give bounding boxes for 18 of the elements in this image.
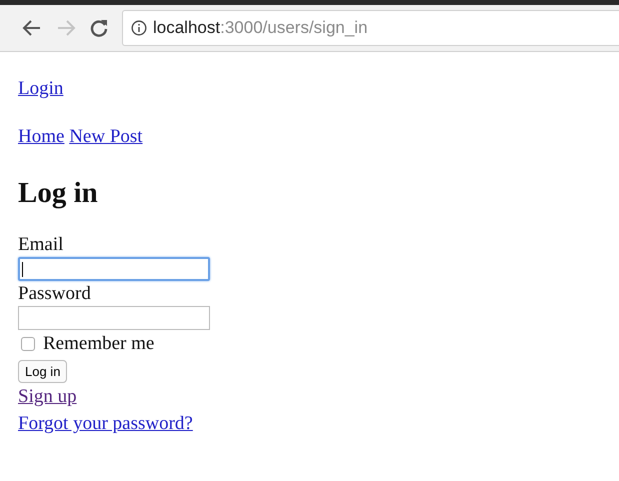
login-link[interactable]: Login bbox=[18, 78, 64, 99]
field-label: Password bbox=[18, 283, 92, 305]
checkbox-label: Remember me bbox=[43, 333, 154, 355]
url-text: localhost:3000/users/sign_in bbox=[153, 18, 368, 38]
field-label: Email bbox=[18, 234, 64, 256]
text-link[interactable]: Sign up bbox=[18, 386, 77, 407]
address-bar[interactable]: localhost:3000/users/sign_in bbox=[122, 10, 619, 46]
page-heading: Log in bbox=[18, 176, 99, 210]
input-field[interactable] bbox=[18, 306, 210, 330]
reload-icon[interactable] bbox=[90, 19, 108, 37]
nav-link[interactable]: Home bbox=[18, 126, 64, 147]
log-in-button[interactable]: Log in bbox=[18, 360, 68, 383]
text-link[interactable]: Forgot your password? bbox=[18, 413, 193, 434]
input-field[interactable] bbox=[18, 257, 210, 281]
back-arrow-icon[interactable] bbox=[22, 19, 42, 37]
info-icon bbox=[131, 20, 147, 36]
nav-link[interactable]: New Post bbox=[69, 126, 143, 147]
checkbox[interactable] bbox=[21, 337, 35, 351]
